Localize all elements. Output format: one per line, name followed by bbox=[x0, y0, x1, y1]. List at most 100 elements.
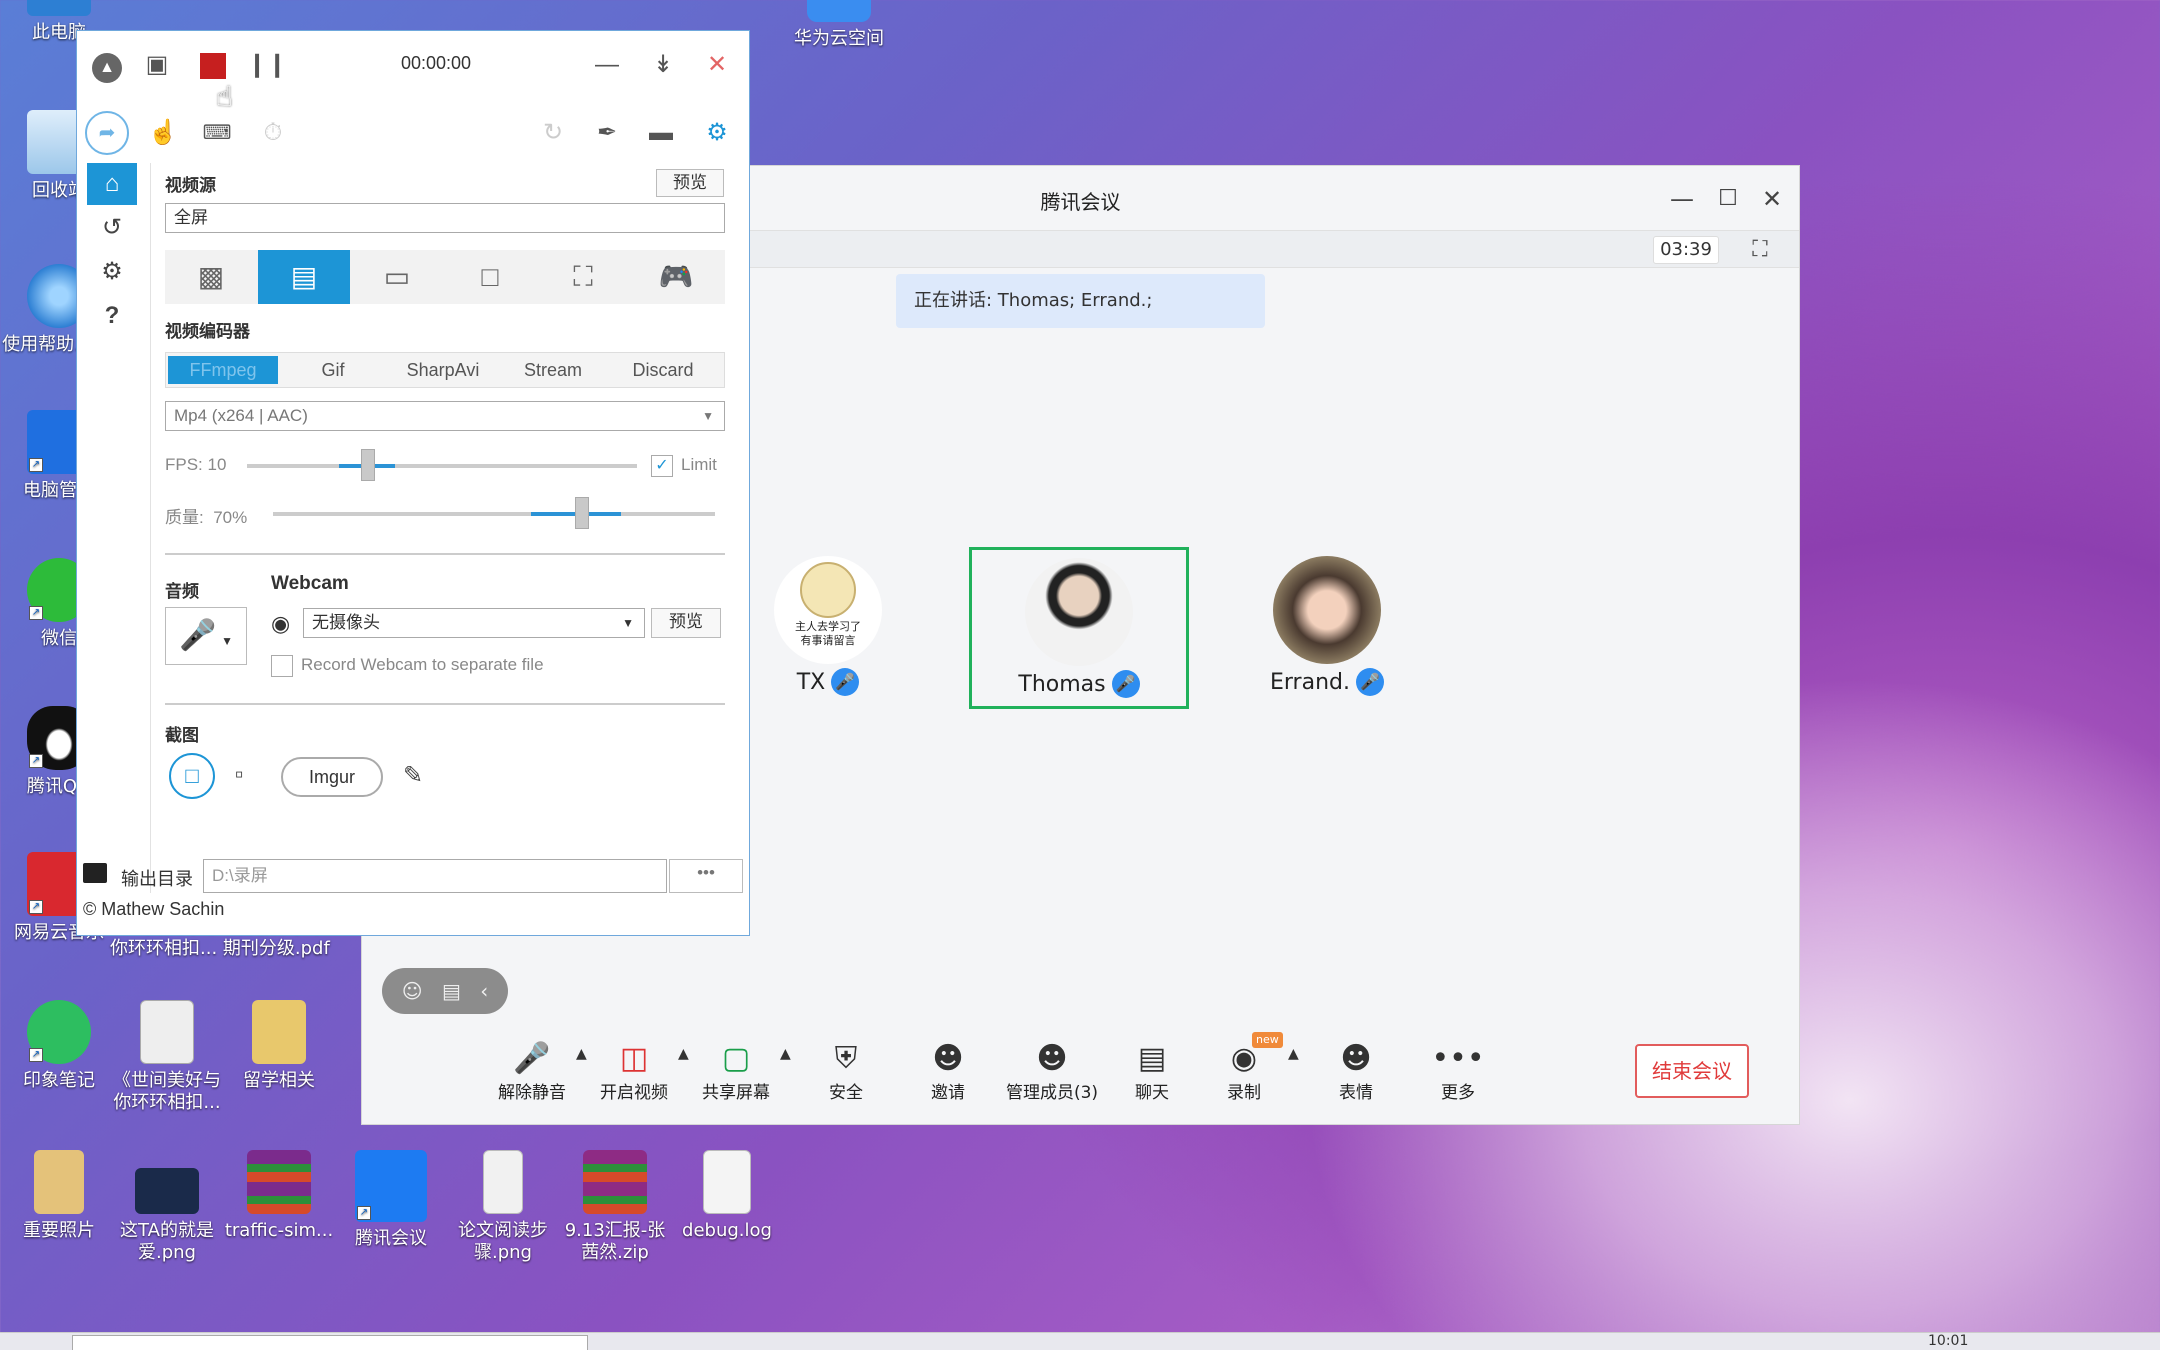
fps-slider-thumb[interactable] bbox=[360, 449, 375, 481]
tx-status-caption: 主人去学习了 有事请留言 bbox=[795, 620, 861, 647]
folder-icon[interactable]: ▬ bbox=[641, 113, 681, 153]
codec-gif[interactable]: Gif bbox=[278, 356, 388, 384]
close-button[interactable]: ✕ bbox=[1755, 182, 1789, 216]
emoji-icon[interactable]: ☺ bbox=[402, 968, 423, 1014]
copyright-footer: © Mathew Sachin bbox=[83, 899, 225, 919]
manage-members-button[interactable]: ☻ 管理成员(3) bbox=[992, 1040, 1112, 1103]
window-source-icon[interactable]: □ bbox=[444, 250, 536, 304]
preview-button[interactable]: 预览 bbox=[656, 169, 724, 197]
video-source-field[interactable]: 全屏 bbox=[165, 203, 725, 233]
fullscreen-source-icon[interactable]: ▤ bbox=[258, 250, 350, 304]
clipboard-icon[interactable]: ▫ bbox=[235, 761, 244, 789]
share-screen-icon: ▢ bbox=[721, 1041, 751, 1076]
document-icon bbox=[483, 1150, 523, 1214]
avatar-tx: 主人去学习了 有事请留言 bbox=[774, 556, 882, 664]
computer-icon bbox=[27, 0, 91, 16]
webcam-label: Webcam bbox=[271, 573, 349, 594]
record-webcam-checkbox[interactable] bbox=[271, 655, 293, 677]
gamepad-source-icon[interactable]: 🎮 bbox=[630, 250, 722, 304]
desktop-icon-paper-steps[interactable]: 论文阅读步 骤.png bbox=[444, 1150, 562, 1264]
click-hand-icon[interactable]: ☝ bbox=[143, 113, 183, 153]
minimize-button[interactable]: — bbox=[1665, 182, 1699, 216]
webcam-source-icon[interactable]: ▩ bbox=[165, 250, 257, 304]
gear-icon[interactable]: ⚙ bbox=[87, 251, 137, 293]
keyboard-icon[interactable]: ⌨ bbox=[197, 113, 237, 153]
quality-slider-thumb[interactable] bbox=[575, 497, 590, 529]
text-file-icon bbox=[703, 1150, 751, 1214]
format-dropdown[interactable]: Mp4 (x264 | AAC) ▼ bbox=[165, 401, 725, 431]
maximize-button[interactable]: ☐ bbox=[1711, 182, 1745, 216]
record-options-arrow[interactable]: ▲ bbox=[1288, 1046, 1299, 1062]
participant-name: Thomas bbox=[1018, 671, 1106, 697]
audio-source-button[interactable]: 🎤 ▼ bbox=[165, 607, 247, 665]
browse-button[interactable]: ••• bbox=[669, 859, 743, 893]
monitor-source-icon[interactable]: ▭ bbox=[351, 250, 443, 304]
participant-errand[interactable]: Errand. 🎤 bbox=[1217, 548, 1437, 710]
close-button[interactable]: ✕ bbox=[697, 45, 737, 85]
security-button[interactable]: ⛨ 安全 bbox=[796, 1040, 896, 1103]
region-source-icon[interactable]: ⛶ bbox=[537, 250, 629, 304]
desktop-icon-study-abroad[interactable]: 留学相关 bbox=[220, 1000, 338, 1092]
timer-icon[interactable]: ⏱ bbox=[253, 113, 293, 153]
participant-thomas[interactable]: Thomas 🎤 bbox=[969, 547, 1189, 709]
share-options-arrow[interactable]: ▲ bbox=[780, 1046, 791, 1062]
webcam-preview-button[interactable]: 预览 bbox=[651, 608, 721, 638]
start-video-button[interactable]: ◫ 开启视频 bbox=[584, 1040, 684, 1103]
home-icon[interactable]: ⌂ bbox=[87, 163, 137, 205]
history-icon[interactable]: ↺ bbox=[87, 207, 137, 249]
video-source-label: 视频源 bbox=[165, 176, 216, 195]
unmute-button[interactable]: 🎤 解除静音 bbox=[482, 1040, 582, 1103]
help-icon[interactable]: ? bbox=[87, 295, 137, 337]
cursor-icon[interactable]: ➦ bbox=[85, 111, 129, 155]
taskbar-search-box[interactable] bbox=[72, 1335, 588, 1350]
collapse-up-icon[interactable]: ▲ bbox=[87, 45, 127, 85]
codec-discard[interactable]: Discard bbox=[608, 356, 718, 384]
imgur-button[interactable]: Imgur bbox=[281, 757, 383, 797]
desktop-icon-tencent-meeting[interactable]: ↗ 腾讯会议 bbox=[332, 1150, 450, 1250]
captura-tool-row: ➦ ☝ ⌨ ⏱ ↻ ✒ ▬ ⚙ bbox=[77, 97, 749, 163]
record-button[interactable]: ◉ new 录制 bbox=[1194, 1032, 1294, 1103]
chat-button[interactable]: ▤ 聊天 bbox=[1102, 1040, 1202, 1103]
brush-icon[interactable]: ✒ bbox=[587, 113, 627, 153]
limit-checkbox[interactable]: ✓ bbox=[651, 455, 673, 477]
chat-bubble-bar[interactable]: ☺ ▤ ‹ bbox=[382, 968, 508, 1014]
desktop-icon-love-png[interactable]: 这TA的就是 爱.png bbox=[108, 1150, 226, 1264]
more-button[interactable]: ••• 更多 bbox=[1408, 1040, 1508, 1103]
camera-icon[interactable]: ▣ bbox=[137, 45, 177, 85]
end-meeting-button[interactable]: 结束会议 bbox=[1635, 1044, 1749, 1098]
desktop-icon-huawei-cloud[interactable]: 华为云空间 bbox=[780, 0, 898, 50]
reactions-button[interactable]: ☻ 表情 bbox=[1306, 1040, 1406, 1103]
codec-stream[interactable]: Stream bbox=[498, 356, 608, 384]
participant-tx[interactable]: 主人去学习了 有事请留言 TX 🎤 bbox=[748, 548, 908, 710]
pencil-edit-icon[interactable]: ✎ bbox=[403, 761, 423, 790]
mouse-pointer-icon: ☝ bbox=[216, 80, 234, 113]
invite-button[interactable]: ☻ 邀请 bbox=[898, 1040, 998, 1103]
stop-record-button[interactable] bbox=[193, 45, 233, 85]
codec-ffmpeg[interactable]: FFmpeg bbox=[168, 356, 278, 384]
output-directory-label: 输出目录 bbox=[121, 869, 193, 889]
refresh-icon[interactable]: ↻ bbox=[533, 113, 573, 153]
codec-sharpavi[interactable]: SharpAvi bbox=[388, 356, 498, 384]
desktop-icon-evernote[interactable]: ↗ 印象笔记 bbox=[0, 1000, 118, 1092]
output-path-field[interactable]: D:\录屏 bbox=[203, 859, 667, 893]
share-screen-button[interactable]: ▢ 共享屏幕 bbox=[686, 1040, 786, 1103]
minimize-button[interactable]: — bbox=[587, 45, 627, 85]
settings-gear-icon[interactable]: ⚙ bbox=[697, 113, 737, 153]
avatar-thomas bbox=[1025, 558, 1133, 666]
format-value: Mp4 (x264 | AAC) bbox=[174, 406, 308, 425]
desktop-icon-book-doc[interactable]: 《世间美好与 你环环相扣... bbox=[108, 1000, 226, 1114]
webcam-dropdown[interactable]: 无摄像头 ▼ bbox=[303, 608, 645, 638]
chevron-down-icon: ▼ bbox=[702, 409, 714, 423]
double-chevron-down-icon[interactable]: ↡ bbox=[643, 45, 683, 85]
save-to-disk-icon[interactable]: □ bbox=[169, 753, 215, 799]
pause-button[interactable]: ❙❙ bbox=[247, 45, 287, 85]
desktop-icon-report-zip[interactable]: 9.13汇报-张 茜然.zip bbox=[556, 1150, 674, 1264]
message-icon[interactable]: ▤ bbox=[442, 968, 461, 1014]
collapse-chevron-icon[interactable]: ‹ bbox=[480, 968, 488, 1014]
microphone-icon: 🎤 bbox=[179, 619, 217, 652]
fullscreen-icon[interactable]: ⛶ bbox=[1747, 237, 1773, 263]
desktop-icon-debug-log[interactable]: debug.log bbox=[668, 1150, 786, 1242]
desktop-icon-important-photos[interactable]: 重要照片 bbox=[0, 1150, 118, 1242]
desktop-icon-traffic-sim[interactable]: traffic-sim... bbox=[220, 1150, 338, 1242]
tencent-meeting-icon: ↗ bbox=[355, 1150, 427, 1222]
